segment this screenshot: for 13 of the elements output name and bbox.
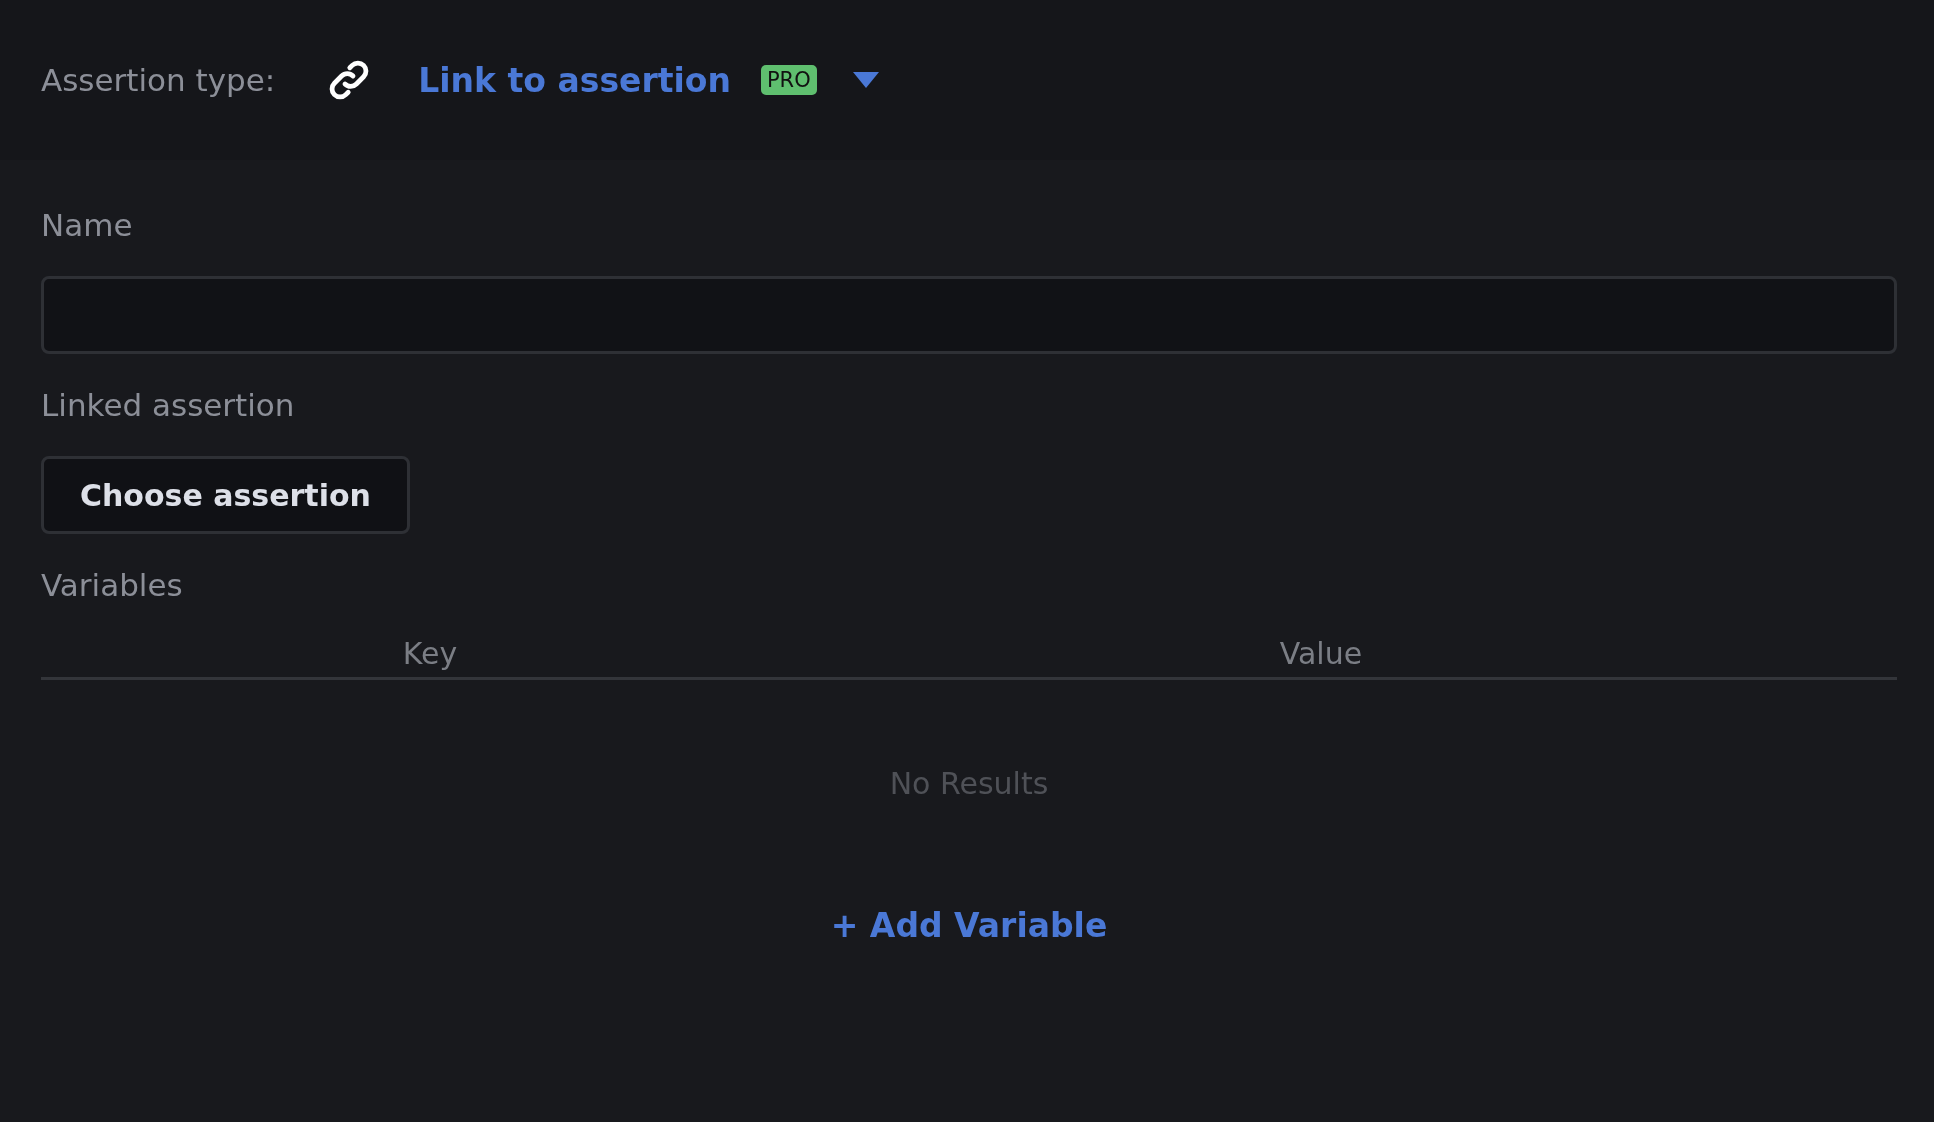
caret-icon[interactable] [852, 72, 879, 88]
choose-assertion-button[interactable]: Choose assertion [41, 456, 410, 534]
empty-state-text: No Results [889, 766, 1049, 801]
column-header: Value [1279, 636, 1363, 671]
add-variable-link[interactable]: + Add Variable [830, 906, 1108, 945]
name-input-field[interactable] [41, 276, 1897, 354]
linked-assertion-label: Linked assertion [41, 386, 295, 425]
assertion-type-label: Assertion type: [41, 62, 276, 98]
column-header: Key [402, 636, 458, 671]
assertion-type-dropdown[interactable]: Link to assertion [418, 60, 731, 100]
pro-badge: PRO [760, 65, 817, 95]
name-label: Name [41, 206, 133, 245]
variables-label: Variables [41, 566, 183, 605]
